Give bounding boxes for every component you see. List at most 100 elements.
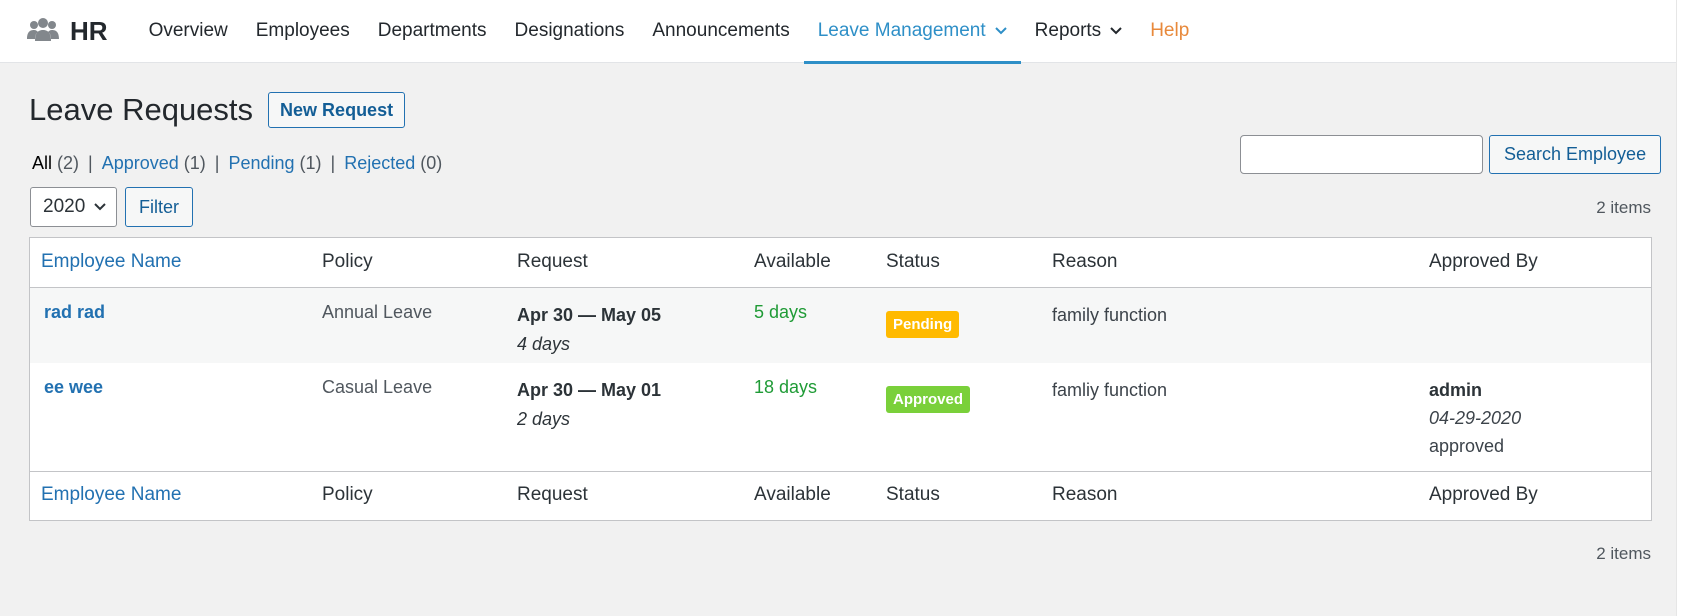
employee-link[interactable]: rad rad bbox=[44, 302, 311, 323]
footer-column-approved-by: Approved By bbox=[1418, 470, 1651, 519]
nav-leave-management-label: Leave Management bbox=[817, 20, 986, 41]
top-navigation: HR Overview Employees Departments Design… bbox=[0, 0, 1676, 64]
filter-button[interactable]: Filter bbox=[125, 187, 193, 227]
column-available: Available bbox=[743, 238, 875, 288]
filter-pending[interactable]: Pending (1) bbox=[228, 153, 321, 174]
available-days: 5 days bbox=[754, 301, 808, 322]
cell-reason: famliy function bbox=[1041, 363, 1418, 471]
policy-text: Casual Leave bbox=[322, 377, 433, 397]
status-badge: Pending bbox=[886, 310, 960, 338]
filter-rejected-label: Rejected bbox=[344, 153, 416, 173]
nav-overview-label: Overview bbox=[148, 20, 228, 41]
chevron-down-icon bbox=[1110, 27, 1122, 35]
approver-name: admin bbox=[1429, 380, 1483, 400]
footer-column-available: Available bbox=[743, 470, 875, 519]
page-title: Leave Requests bbox=[29, 92, 254, 127]
search-input[interactable] bbox=[1240, 135, 1483, 174]
request-range: Apr 30 — May 05 bbox=[517, 304, 662, 325]
column-policy: Policy bbox=[311, 238, 506, 288]
leave-requests-table: Employee Name Policy Request Available S… bbox=[29, 237, 1652, 521]
cell-approved-by: admin 04-29-2020 approved bbox=[1418, 363, 1651, 471]
items-count-top: 2 items bbox=[1596, 198, 1651, 217]
filter-approved[interactable]: Approved (1) bbox=[102, 153, 206, 174]
column-approved-by: Approved By bbox=[1418, 238, 1651, 288]
cell-policy: Casual Leave bbox=[311, 363, 506, 471]
cell-employee: rad rad bbox=[30, 287, 311, 363]
chevron-down-icon bbox=[94, 203, 106, 211]
cell-request: Apr 30 — May 01 2 days bbox=[506, 363, 743, 471]
filter-all-count: (2) bbox=[57, 153, 80, 173]
nav-help-label: Help bbox=[1150, 20, 1190, 41]
chevron-down-icon bbox=[994, 27, 1007, 35]
separator: | bbox=[88, 153, 93, 173]
footer-column-policy: Policy bbox=[311, 470, 506, 519]
footer-column-reason: Reason bbox=[1041, 470, 1418, 519]
nav-overview[interactable]: Overview bbox=[135, 0, 242, 63]
request-days: 4 days bbox=[517, 333, 571, 354]
column-request: Request bbox=[506, 238, 743, 288]
cell-request: Apr 30 — May 05 4 days bbox=[506, 287, 743, 363]
brand-title: HR bbox=[70, 15, 108, 46]
filter-rejected-count: (0) bbox=[420, 153, 443, 173]
nav-announcements[interactable]: Announcements bbox=[638, 0, 803, 63]
nav-departments-label: Departments bbox=[377, 20, 487, 41]
search-employee-button[interactable]: Search Employee bbox=[1489, 135, 1662, 174]
nav-employees-label: Employees bbox=[255, 20, 350, 41]
filter-approved-count: (1) bbox=[183, 153, 206, 173]
request-range: Apr 30 — May 01 bbox=[517, 380, 662, 400]
reason-text: family function bbox=[1052, 304, 1168, 325]
year-select-value: 2020 bbox=[43, 196, 86, 217]
users-group-icon bbox=[26, 17, 60, 46]
approved-note: approved bbox=[1429, 436, 1505, 456]
cell-available: 18 days bbox=[743, 363, 875, 471]
nav-announcements-label: Announcements bbox=[652, 20, 790, 41]
brand[interactable]: HR bbox=[26, 16, 108, 47]
table-header-row: Employee Name Policy Request Available S… bbox=[30, 238, 1651, 288]
nav-help[interactable]: Help bbox=[1136, 0, 1203, 63]
filter-all[interactable]: All (2) bbox=[32, 153, 79, 174]
cell-available: 5 days bbox=[743, 287, 875, 363]
nav-reports[interactable]: Reports bbox=[1021, 0, 1137, 63]
year-select[interactable]: 2020 bbox=[30, 187, 117, 227]
cell-status: Approved bbox=[875, 363, 1041, 471]
column-employee-name[interactable]: Employee Name bbox=[30, 238, 311, 288]
items-count-bottom: 2 items bbox=[1596, 544, 1651, 563]
cell-policy: Annual Leave bbox=[311, 287, 506, 363]
search-box: Search Employee bbox=[1240, 135, 1662, 174]
status-badge: Approved bbox=[886, 386, 971, 413]
table-row: ee wee Casual Leave Apr 30 — May 01 2 da… bbox=[30, 363, 1651, 471]
footer-column-request: Request bbox=[506, 470, 743, 519]
page-scrollbar[interactable] bbox=[1676, 0, 1686, 616]
table-footer-row: Employee Name Policy Request Available S… bbox=[30, 470, 1651, 519]
status-filter-links: All (2) | Approved (1) | Pending (1) | Reje… bbox=[32, 153, 442, 174]
column-reason: Reason bbox=[1041, 238, 1418, 288]
nav-leave-management[interactable]: Leave Management bbox=[803, 0, 1021, 64]
footer-column-status: Status bbox=[875, 470, 1041, 519]
separator: | bbox=[214, 153, 220, 173]
available-days: 18 days bbox=[754, 377, 818, 397]
reason-text: famliy function bbox=[1052, 380, 1168, 400]
cell-reason: family function bbox=[1041, 287, 1418, 363]
filter-all-label: All bbox=[32, 153, 53, 173]
footer-column-employee-name[interactable]: Employee Name bbox=[30, 470, 311, 519]
employee-link[interactable]: ee wee bbox=[44, 377, 311, 398]
filter-pending-label: Pending bbox=[228, 153, 295, 173]
nav-departments[interactable]: Departments bbox=[364, 0, 501, 63]
page-heading: Leave Requests New Request bbox=[29, 92, 406, 128]
approved-date: 04-29-2020 bbox=[1429, 408, 1522, 428]
new-request-button[interactable]: New Request bbox=[268, 92, 406, 128]
cell-employee: ee wee bbox=[30, 363, 311, 471]
column-status: Status bbox=[875, 238, 1041, 288]
table-row: rad rad Annual Leave Apr 30 — May 05 4 d… bbox=[30, 287, 1651, 363]
filter-pending-count: (1) bbox=[299, 153, 322, 173]
nav-reports-label: Reports bbox=[1034, 20, 1102, 41]
cell-status: Pending bbox=[875, 287, 1041, 363]
filter-rejected[interactable]: Rejected (0) bbox=[344, 153, 442, 174]
request-days: 2 days bbox=[517, 409, 571, 429]
filter-approved-label: Approved bbox=[101, 153, 179, 173]
nav-employees[interactable]: Employees bbox=[242, 0, 364, 63]
policy-text: Annual Leave bbox=[322, 301, 433, 322]
nav-designations-label: Designations bbox=[514, 20, 625, 41]
cell-approved-by bbox=[1418, 287, 1651, 363]
nav-designations[interactable]: Designations bbox=[501, 0, 639, 63]
